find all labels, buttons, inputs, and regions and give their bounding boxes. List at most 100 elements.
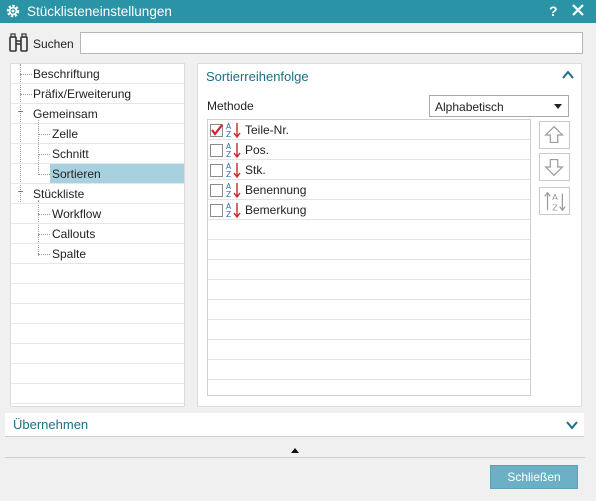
apply-label: Übernehmen [13,417,89,432]
tree-item-label: Schnitt [52,147,89,161]
svg-text:Z: Z [226,190,231,198]
sort-az-icon: A Z [226,162,241,178]
tree-connector [38,254,50,255]
tree-connector [20,74,32,75]
chevron-down-icon[interactable] [566,420,578,430]
gear-icon [6,4,20,18]
collapse-panel-icon[interactable] [562,70,574,80]
tree-empty-row [11,324,184,344]
apply-section-header[interactable]: Übernehmen [5,413,584,437]
move-up-button[interactable] [539,121,570,149]
tree-empty-row [11,304,184,324]
tree-empty-row [11,384,184,404]
sort-field-row[interactable]: A Z Pos. [208,140,530,160]
title-bar: Stücklisteneinstellungen ? [0,0,596,23]
search-input[interactable] [80,32,583,54]
tree-connector [20,94,32,95]
sort-field-checkbox[interactable] [210,144,223,157]
sort-field-row[interactable]: A Z Bemerkung [208,200,530,220]
sort-az-icon: A Z [226,202,241,218]
collapse-icon[interactable]: − [16,188,25,198]
tree-empty-row [11,284,184,304]
tree-connector [38,214,50,215]
tree-item-label: Beschriftung [33,67,100,81]
sort-field-label: Bemerkung [245,203,307,217]
sort-field-label: Pos. [245,143,270,157]
tree-item-beschriftung[interactable]: Beschriftung [11,64,184,84]
tree-item-label: Spalte [52,247,87,261]
help-button[interactable]: ? [549,3,558,19]
tree-item-spalte[interactable]: Spalte [11,244,184,264]
sort-order-panel: Sortierreihenfolge Methode Alphabetisch … [197,63,582,407]
tree-item-stueckliste[interactable]: − Stückliste [11,184,184,204]
list-empty-row [208,340,530,360]
tree-item-callouts[interactable]: Callouts [11,224,184,244]
tree-item-label: Callouts [52,227,96,241]
close-icon[interactable] [570,2,586,18]
list-empty-row [208,280,530,300]
splitter[interactable] [0,444,596,458]
collapse-icon[interactable]: − [16,108,25,118]
sort-field-checkbox[interactable] [210,124,223,137]
tree-item-workflow[interactable]: Workflow [11,204,184,224]
checkmark-icon [211,124,223,136]
sort-field-row[interactable]: A Z Stk. [208,160,530,180]
tree-item-sortieren[interactable]: Sortieren [11,164,184,184]
list-empty-row [208,260,530,280]
method-label: Methode [207,99,254,113]
tree-empty-row [11,364,184,384]
sort-az-icon: A Z [544,191,566,212]
tree-connector [38,234,50,235]
tree-item-label: Workflow [52,207,102,221]
tree-item-label: Präfix/Erweiterung [33,87,132,101]
binoculars-icon [9,33,28,52]
tree-item-label: Zelle [52,127,79,141]
divider [5,457,585,458]
sort-field-label: Stk. [245,163,266,177]
tree-empty-row [11,264,184,284]
sort-az-button[interactable]: A Z [539,187,570,215]
settings-tree: Beschriftung Präfix/Erweiterung − Gemein… [10,63,185,407]
svg-text:Z: Z [552,202,558,212]
svg-text:A: A [552,192,558,202]
move-up-icon [544,125,564,144]
method-value: Alphabetisch [435,100,504,114]
tree-item-gemeinsam[interactable]: − Gemeinsam [11,104,184,124]
move-down-button[interactable] [539,153,570,181]
method-dropdown[interactable]: Alphabetisch [429,95,569,117]
sort-field-row[interactable]: A Z Teile-Nr. [208,120,530,140]
svg-text:Z: Z [226,150,231,158]
list-empty-row [208,240,530,260]
list-empty-row [208,360,530,380]
svg-text:Z: Z [226,130,231,138]
tree-item-schnitt[interactable]: Schnitt [11,144,184,164]
sort-az-icon: A Z [226,142,241,158]
sort-field-row[interactable]: A Z Benennung [208,180,530,200]
tree-item-label: Stückliste [33,187,85,201]
tree-empty-row [11,344,184,364]
tree-item-praefix[interactable]: Präfix/Erweiterung [11,84,184,104]
sort-field-checkbox[interactable] [210,204,223,217]
sort-field-label: Benennung [245,183,307,197]
search-row: Suchen [0,23,596,61]
sort-field-checkbox[interactable] [210,184,223,197]
list-empty-row [208,300,530,320]
tree-item-label: Gemeinsam [33,107,98,121]
tree-item-label: Sortieren [52,167,101,181]
move-down-icon [544,158,564,177]
expand-up-icon[interactable] [291,448,299,453]
sort-az-icon: A Z [226,182,241,198]
tree-connector [38,134,50,135]
tree-item-zelle[interactable]: Zelle [11,124,184,144]
list-empty-row [208,320,530,340]
sort-field-label: Teile-Nr. [245,123,290,137]
sort-fields-list: A Z Teile-Nr. A Z Pos. A Z Stk. A Z Bene… [207,119,531,396]
sort-field-checkbox[interactable] [210,164,223,177]
search-label: Suchen [33,37,74,51]
close-button[interactable]: Schließen [490,465,578,489]
tree-connector [38,154,50,155]
window-title: Stücklisteneinstellungen [27,4,172,19]
svg-text:Z: Z [226,210,231,218]
chevron-down-icon [554,104,562,109]
tree-connector [38,174,50,175]
